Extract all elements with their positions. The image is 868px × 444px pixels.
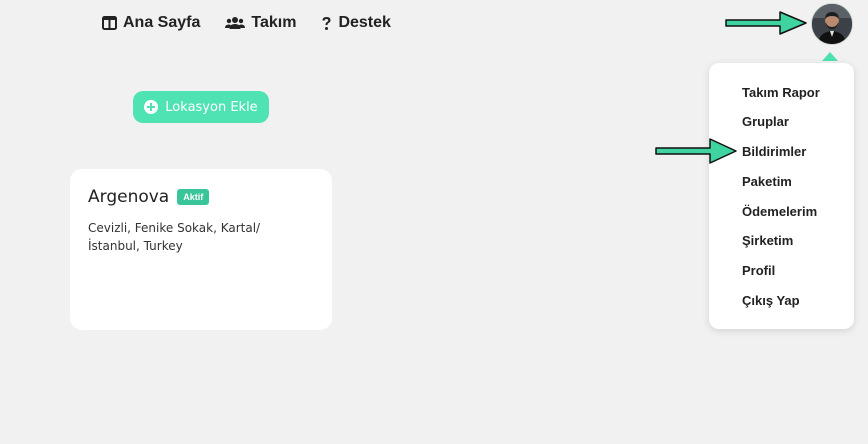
plus-circle-icon (144, 100, 159, 114)
location-card[interactable]: Argenova Aktif Cevizli, Fenike Sokak, Ka… (70, 169, 332, 330)
nav-item-takim[interactable]: Takım (225, 13, 296, 33)
location-address: Cevizli, Fenike Sokak, Kartal/İstanbul, … (88, 221, 261, 253)
nav-item-label: Takım (251, 14, 297, 31)
status-badge: Aktif (177, 189, 210, 205)
top-nav: Ana Sayfa Takım Destek (102, 13, 416, 33)
user-avatar[interactable] (811, 3, 853, 45)
columns-icon (102, 16, 117, 30)
menu-item-sirketim[interactable]: Şirketim (742, 233, 793, 248)
avatar-photo-icon (812, 4, 852, 44)
annotation-arrow-icon (725, 11, 807, 35)
menu-item-bildirimler[interactable]: Bildirimler (742, 144, 806, 159)
nav-item-destek[interactable]: Destek (321, 13, 391, 33)
menu-item-profil[interactable]: Profil (742, 263, 775, 278)
annotation-arrow-icon (655, 138, 737, 164)
menu-item-paketim[interactable]: Paketim (742, 174, 792, 189)
nav-item-label: Destek (338, 14, 391, 31)
users-icon (225, 16, 246, 30)
add-location-label: Lokasyon Ekle (165, 99, 258, 115)
question-icon (321, 16, 332, 31)
menu-item-gruplar[interactable]: Gruplar (742, 114, 789, 129)
add-location-button[interactable]: Lokasyon Ekle (133, 91, 269, 123)
menu-item-takim-rapor[interactable]: Takım Rapor (742, 85, 820, 100)
menu-item-odemelerim[interactable]: Ödemelerim (742, 204, 817, 219)
location-card-header: Argenova Aktif (88, 187, 314, 207)
dropdown-caret (822, 52, 838, 61)
nav-item-label: Ana Sayfa (123, 14, 201, 31)
location-name: Argenova (88, 187, 170, 207)
nav-item-ana-sayfa[interactable]: Ana Sayfa (102, 13, 200, 33)
user-dropdown-menu: Takım Rapor Gruplar Bildirimler Paketim … (709, 63, 854, 329)
menu-item-cikis-yap[interactable]: Çıkış Yap (742, 293, 800, 308)
